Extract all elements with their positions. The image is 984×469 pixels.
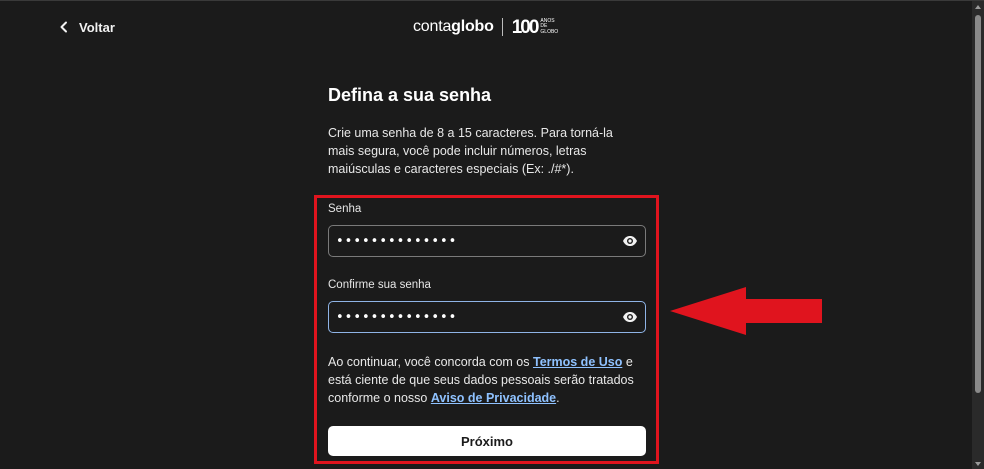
back-button[interactable]: Voltar	[58, 17, 115, 37]
logo: contaglobo 100 ANOS DE GLOBO	[413, 15, 558, 39]
arrow-left-icon	[670, 287, 822, 340]
password-description: Crie uma senha de 8 a 15 caracteres. Par…	[328, 126, 613, 176]
page-title: Defina a sua senha	[328, 85, 492, 105]
logo-contaglobo: contaglobo	[413, 18, 494, 35]
chevron-left-icon	[58, 21, 70, 33]
logo-divider	[501, 18, 503, 36]
logo-100-anos: 100 ANOS DE GLOBO	[511, 16, 559, 38]
scrollbar[interactable]	[972, 1, 984, 469]
page: Voltar contaglobo 100 ANOS DE GLOBO Defi…	[0, 0, 984, 469]
scroll-down-icon[interactable]	[972, 458, 984, 469]
scroll-up-icon[interactable]	[972, 1, 984, 13]
scroll-thumb[interactable]	[975, 15, 981, 393]
highlight-box	[314, 195, 659, 464]
back-label: Voltar	[79, 19, 115, 35]
